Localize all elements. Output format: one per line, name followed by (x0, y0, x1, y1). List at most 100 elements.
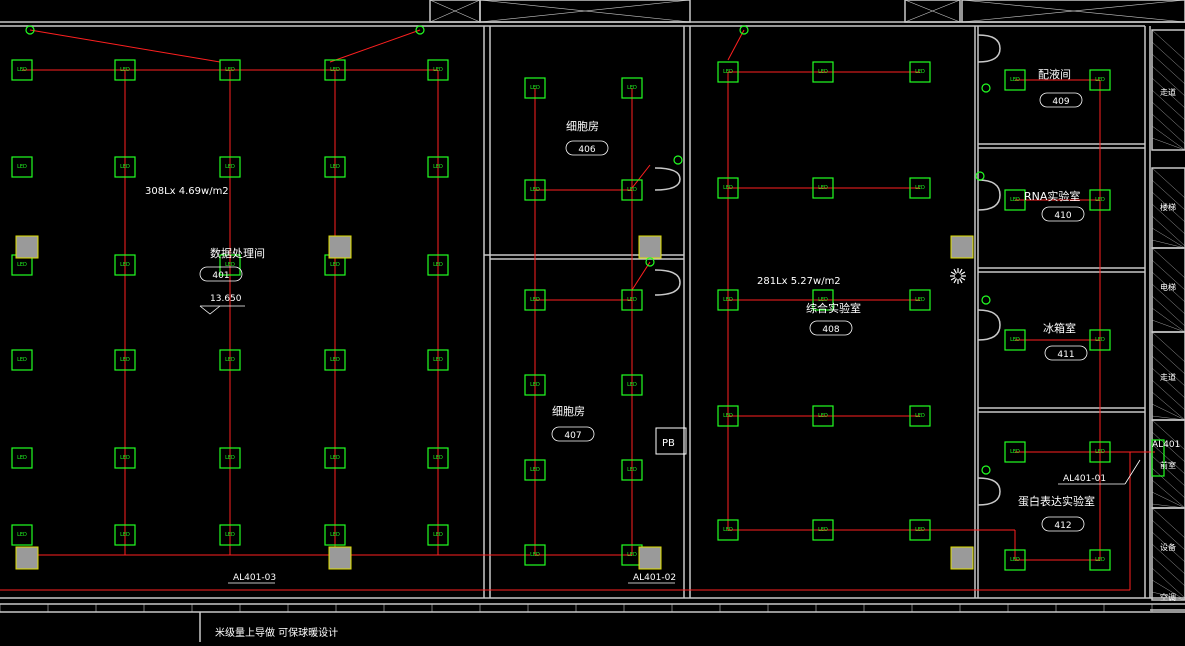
svg-text:LED: LED (530, 467, 540, 473)
door-swing-arc (654, 269, 681, 296)
svg-text:LED: LED (818, 185, 828, 191)
hatch-line (1151, 295, 1185, 327)
room-name-label: 配液间 (1038, 67, 1071, 81)
svg-text:LED: LED (915, 413, 925, 419)
room-name-label: 细胞房 (552, 405, 585, 418)
hatch-line (1151, 41, 1185, 73)
svg-text:LED: LED (120, 455, 130, 461)
svg-text:LED: LED (433, 67, 443, 73)
svg-text:LED: LED (225, 357, 235, 363)
wire-run (631, 261, 651, 291)
circuit-label-3: AL401-01 (1063, 474, 1106, 484)
room-name-label: 蛋白表达实验室 (1018, 494, 1095, 508)
room-number-label: 407 (564, 431, 581, 441)
led-light-fixture-icon: LED (11, 524, 33, 546)
svg-text:LED: LED (1095, 337, 1105, 343)
led-light-fixture-icon: LED (11, 349, 33, 371)
panel-tag-label: AL401 (1152, 440, 1180, 450)
circuit-label-2: AL401-02 (633, 573, 676, 583)
switch-icon (975, 171, 985, 181)
hatch-line (1151, 479, 1185, 509)
door-swing-arc (977, 34, 1001, 63)
svg-text:LED: LED (433, 357, 443, 363)
svg-text:LED: LED (915, 69, 925, 75)
wire-run (727, 29, 745, 61)
svg-text:LED: LED (915, 185, 925, 191)
room-name-label: RNA实验室 (1024, 189, 1080, 203)
svg-text:LED: LED (17, 455, 27, 461)
room-name-label: 综合实验室 (806, 301, 861, 315)
svg-text:LED: LED (120, 357, 130, 363)
equipment-box (638, 235, 662, 259)
circuit-label-1: AL401-03 (233, 573, 276, 583)
svg-text:LED: LED (120, 262, 130, 268)
wire-run (29, 29, 221, 63)
room-number-label: 409 (1052, 97, 1069, 107)
floor-plan-canvas: LED LED LED LED LED LED LED LED LED LED LED LED LED L… (0, 0, 1185, 642)
hatch-line (1151, 113, 1185, 145)
hatch-line (1151, 53, 1185, 85)
led-light-fixture-icon: LED (11, 156, 33, 178)
right-strip-label: 走道 (1160, 87, 1176, 97)
hatch-line (1151, 331, 1185, 363)
door-swing-arc (977, 477, 1001, 506)
elevation-label: 13.650 (210, 294, 242, 304)
hatch-line (1151, 555, 1185, 587)
svg-text:LED: LED (1010, 77, 1020, 83)
right-strip-label: 电梯 (1160, 282, 1176, 292)
hatch-line (1151, 391, 1185, 421)
svg-text:LED: LED (433, 455, 443, 461)
svg-text:LED: LED (1010, 337, 1020, 343)
room-number-label: 406 (578, 145, 595, 155)
wire-run (631, 164, 651, 189)
hatch-line (1151, 307, 1185, 333)
hatch-line (1151, 379, 1185, 411)
svg-text:LED: LED (530, 187, 540, 193)
hatch-line (1151, 29, 1185, 61)
hatch-line (1151, 319, 1185, 333)
room-name-label: 冰箱室 (1043, 321, 1076, 335)
svg-text:LED: LED (627, 187, 637, 193)
svg-text:LED: LED (627, 467, 637, 473)
sensor-icon (950, 268, 966, 284)
elevation-marker (199, 305, 221, 315)
svg-text:LED: LED (225, 532, 235, 538)
right-strip-label: 空调 (1160, 592, 1176, 602)
svg-text:LED: LED (330, 357, 340, 363)
svg-text:LED: LED (17, 262, 27, 268)
svg-text:LED: LED (530, 382, 540, 388)
svg-text:LED: LED (433, 164, 443, 170)
svg-text:LED: LED (818, 413, 828, 419)
lux-label-left: 308Lx 4.69w/m2 (145, 186, 229, 197)
equipment-box (638, 546, 662, 570)
hatch-line (1151, 239, 1185, 249)
equipment-box (950, 235, 974, 259)
svg-text:LED: LED (433, 262, 443, 268)
hatch-line (1151, 137, 1185, 151)
room-number-label: 412 (1054, 521, 1071, 531)
svg-text:LED: LED (818, 527, 828, 533)
svg-text:LED: LED (120, 532, 130, 538)
svg-text:LED: LED (17, 357, 27, 363)
hatch-line (1151, 167, 1185, 199)
room-number-label: 411 (1057, 350, 1074, 360)
equipment-layer (15, 25, 1165, 570)
svg-text:LED: LED (330, 455, 340, 461)
svg-text:LED: LED (1010, 449, 1020, 455)
hatch-line (1151, 247, 1185, 279)
room-number-label: 401 (212, 271, 229, 281)
svg-text:LED: LED (17, 67, 27, 73)
svg-text:LED: LED (818, 69, 828, 75)
svg-text:LED: LED (723, 185, 733, 191)
svg-text:LED: LED (120, 164, 130, 170)
hatch-line (1151, 343, 1185, 375)
svg-text:LED: LED (627, 85, 637, 91)
right-strip-label: 楼梯 (1160, 202, 1176, 212)
equipment-box (328, 235, 352, 259)
svg-text:LED: LED (723, 527, 733, 533)
svg-text:LED: LED (225, 67, 235, 73)
svg-text:LED: LED (120, 67, 130, 73)
right-strip-label: 前室 (1160, 460, 1176, 470)
switch-icon (981, 83, 991, 93)
svg-text:LED: LED (627, 297, 637, 303)
